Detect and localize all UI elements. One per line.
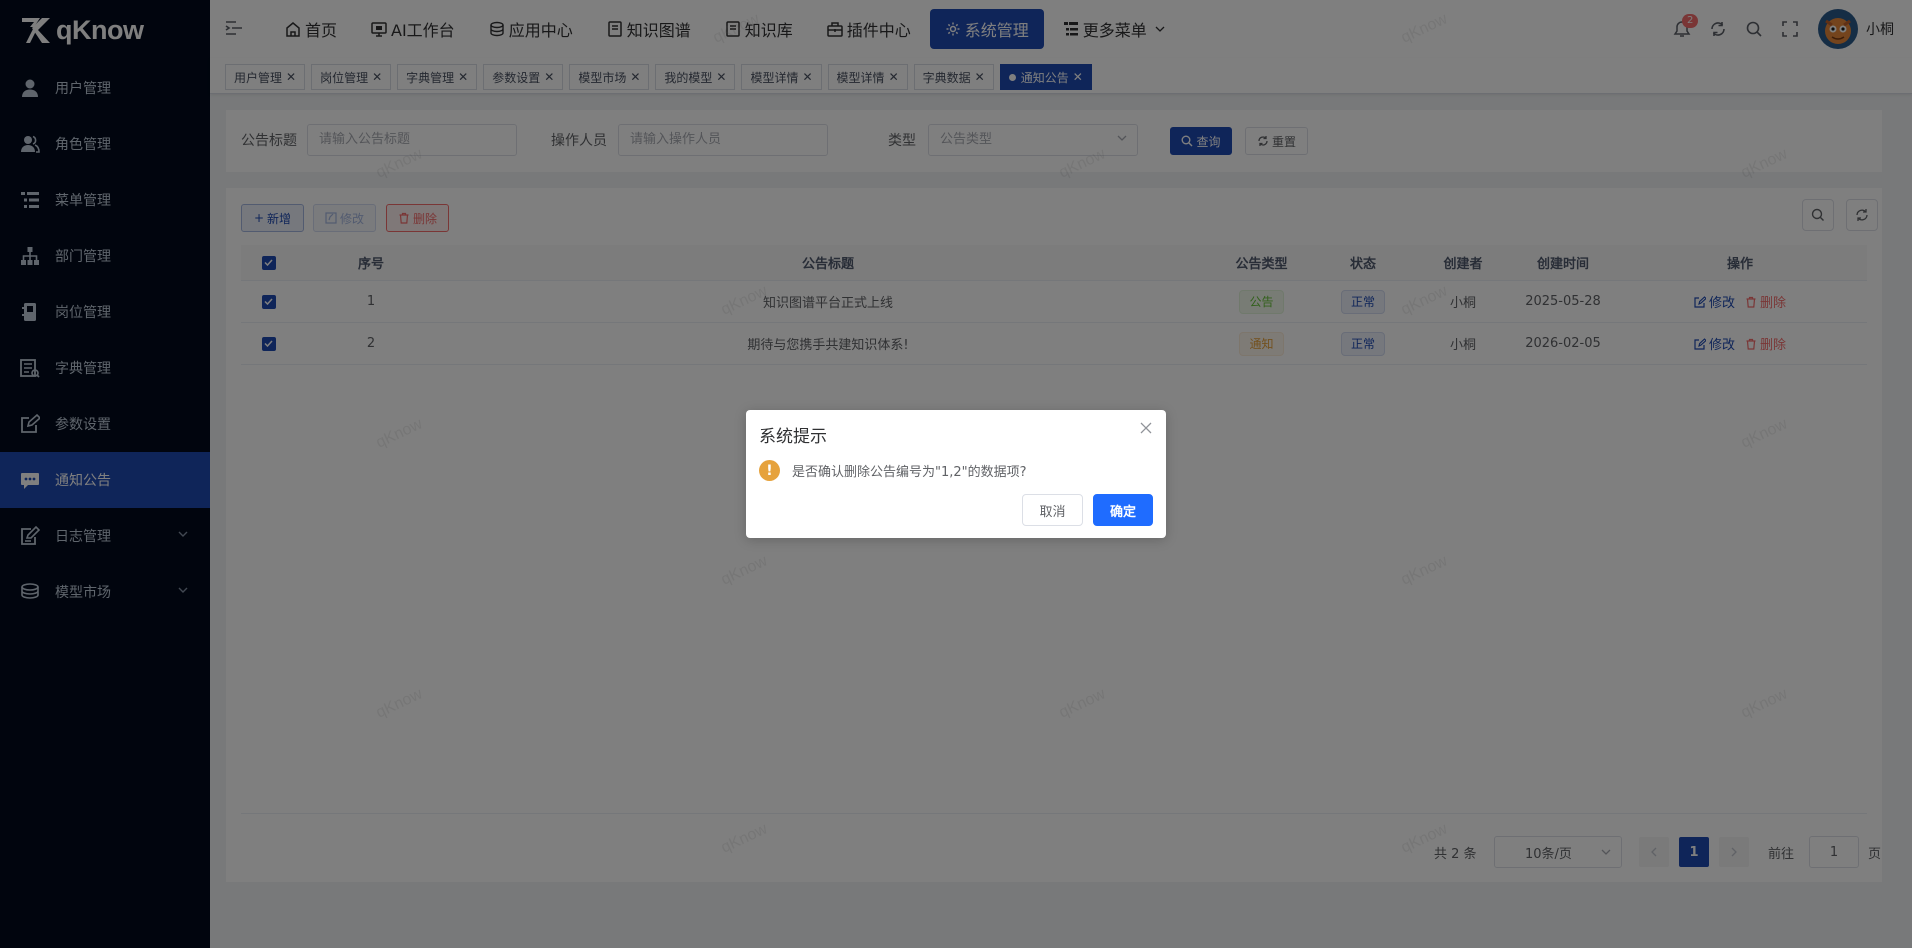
confirm-button[interactable]: 确定 (1093, 494, 1153, 526)
warning-icon: ! (759, 460, 780, 481)
dialog-message: ! 是否确认删除公告编号为"1,2"的数据项? (759, 460, 1027, 481)
dialog-title: 系统提示 (759, 427, 827, 447)
confirm-dialog: 系统提示 ! 是否确认删除公告编号为"1,2"的数据项? 取消 确定 (746, 410, 1166, 538)
close-icon[interactable] (1140, 422, 1152, 434)
dialog-message-text: 是否确认删除公告编号为"1,2"的数据项? (792, 465, 1027, 480)
cancel-button[interactable]: 取消 (1022, 494, 1083, 526)
